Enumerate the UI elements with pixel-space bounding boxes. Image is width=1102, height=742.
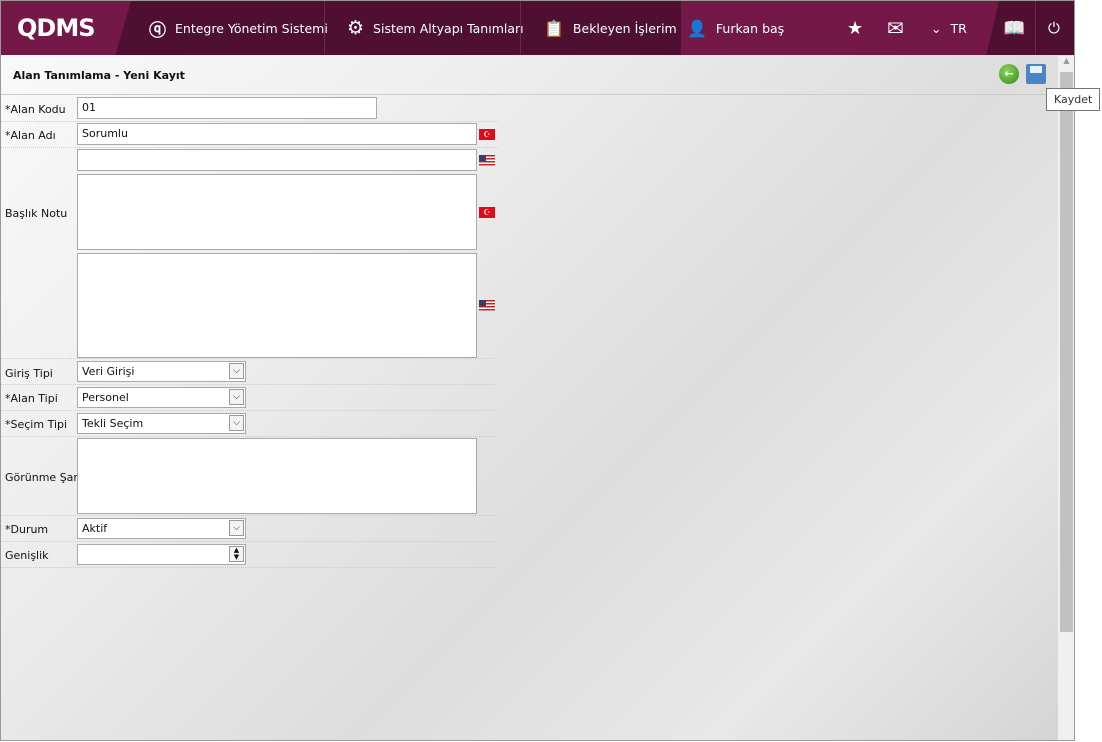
nav-entegre[interactable]: ⓠ Entegre Yönetim Sistemi (149, 1, 328, 55)
top-navbar: QDMS ⓠ Entegre Yönetim Sistemi ⚙ Sistem Al… (1, 1, 1074, 55)
language-select[interactable]: ⌄ TR (931, 1, 967, 55)
star-icon[interactable]: ★ (847, 1, 863, 55)
power-icon[interactable]: ⏻ (1048, 1, 1060, 55)
mail-icon[interactable]: ✉ (887, 1, 904, 55)
alan-tipi-label: *Alan Tipi (5, 392, 58, 405)
manual-icon[interactable]: 📖 (1003, 1, 1025, 55)
gorunme-sarti-label: Görünme Şartı (5, 471, 86, 484)
chevron-down-icon: ⌄ (931, 20, 942, 36)
chevron-down-icon: ⌵ (229, 520, 244, 536)
app-window: QDMS ⓠ Entegre Yönetim Sistemi ⚙ Sistem Al… (0, 0, 1075, 741)
user-icon: 👤 (687, 18, 707, 38)
alan-kodu-label: *Alan Kodu (5, 103, 66, 116)
nav-bekleyen[interactable]: 📋 Bekleyen İşlerim (544, 1, 677, 55)
chevron-down-icon: ⌵ (229, 363, 244, 379)
baslik-notu-label: Başlık Notu (5, 207, 68, 220)
alan-adi-label: *Alan Adı (5, 129, 56, 142)
tooltip: Kaydet (1046, 88, 1101, 111)
back-button[interactable]: ← (999, 64, 1019, 84)
genislik-label: Genişlik (5, 549, 49, 562)
alan-kodu-input[interactable]: 01 (77, 97, 377, 119)
nav-sistem[interactable]: ⚙ Sistem Altyapı Tanımları (347, 1, 524, 55)
vertical-scrollbar[interactable]: ▲ (1058, 56, 1074, 740)
page-title: Alan Tanımlama - Yeni Kayıt (13, 69, 185, 82)
durum-label: *Durum (5, 523, 49, 536)
gorunme-sarti-textarea[interactable] (77, 438, 477, 514)
scroll-up-icon[interactable]: ▲ (1058, 56, 1074, 65)
clipboard-icon: 📋 (544, 18, 564, 38)
secim-tipi-select[interactable]: Tekli Seçim ⌵ (77, 413, 246, 434)
giris-tipi-label: Giriş Tipi (5, 367, 53, 380)
baslik-notu-tr-textarea[interactable] (77, 174, 477, 250)
qdms-logo[interactable]: QDMS (17, 1, 95, 55)
alan-tipi-select[interactable]: Personel ⌵ (77, 387, 246, 408)
turkey-flag-icon: ☪ (479, 207, 495, 218)
chevron-down-icon: ⌵ (229, 389, 244, 405)
genislik-spinner[interactable]: ▲ ▼ (77, 544, 246, 565)
usa-flag-icon (479, 300, 495, 311)
giris-tipi-select[interactable]: Veri Girişi ⌵ (77, 361, 246, 382)
secim-tipi-label: *Seçim Tipi (5, 418, 68, 431)
nav-user[interactable]: 👤 Furkan baş (687, 1, 784, 55)
alan-adi-tr-input[interactable]: Sorumlu (77, 123, 477, 145)
save-button[interactable] (1026, 64, 1046, 84)
turkey-flag-icon: ☪ (479, 129, 495, 140)
scrollbar-thumb[interactable] (1060, 72, 1073, 632)
spinner-arrows-icon[interactable]: ▲ ▼ (229, 546, 244, 562)
durum-select[interactable]: Aktif ⌵ (77, 518, 246, 539)
q-icon: ⓠ (149, 20, 166, 41)
chevron-down-icon: ⌵ (229, 415, 244, 431)
gear-icon: ⚙ (347, 17, 365, 39)
usa-flag-icon (479, 155, 495, 166)
alan-adi-en-input[interactable] (77, 149, 477, 171)
baslik-notu-en-textarea[interactable] (77, 253, 477, 358)
